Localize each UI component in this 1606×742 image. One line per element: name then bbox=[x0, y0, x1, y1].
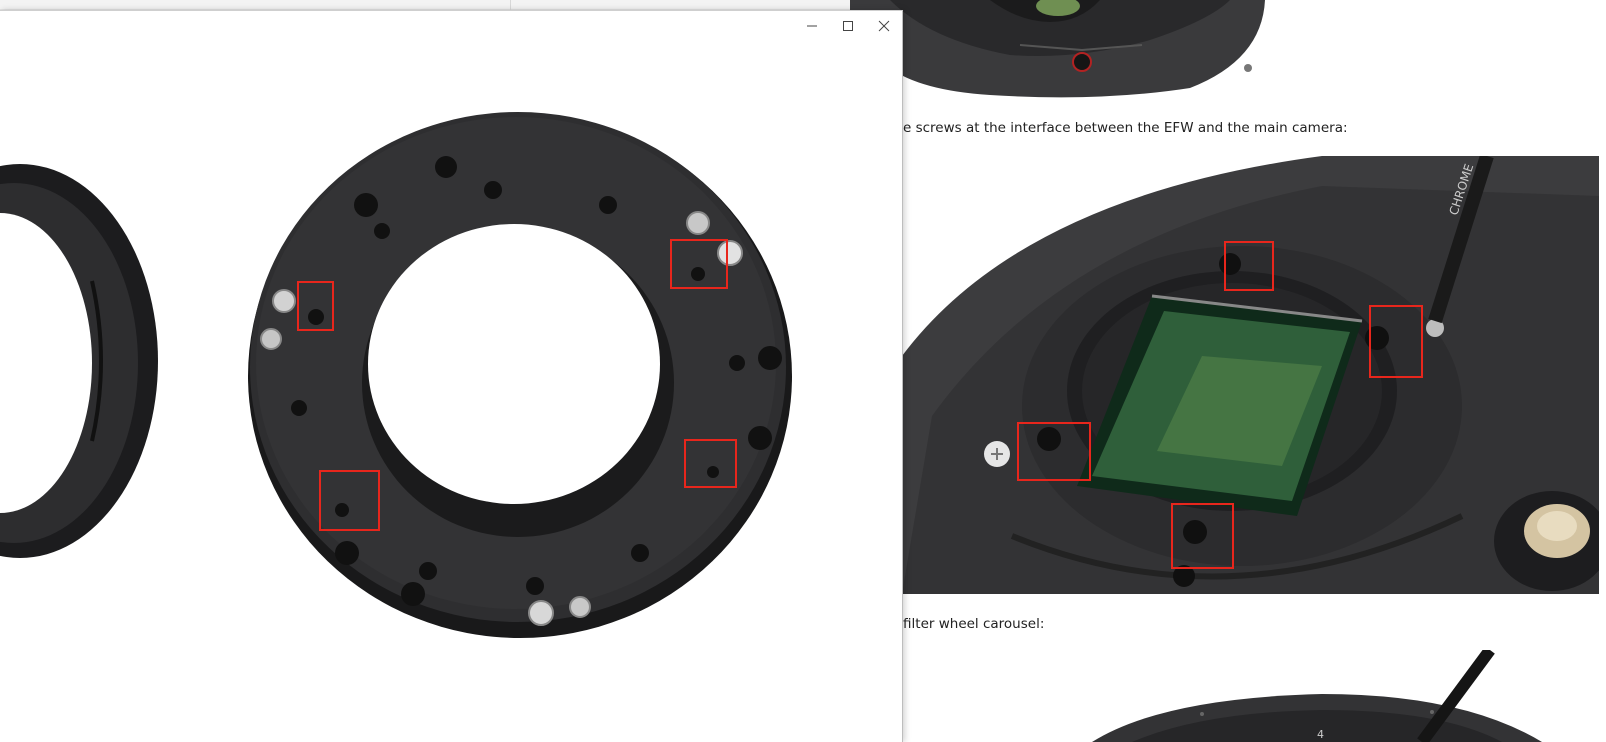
instruction-caption-efw-screws: en the screws at the interface between t… bbox=[868, 120, 1348, 136]
efw-camera-interface-photo: CHROME bbox=[902, 156, 1599, 594]
filter-wheel-carousel-photo: 4 bbox=[902, 650, 1606, 742]
image-viewer-window[interactable] bbox=[0, 10, 903, 742]
viewer-image-canvas bbox=[0, 41, 902, 742]
minimize-icon bbox=[807, 25, 817, 27]
screw-highlight-box-left bbox=[1017, 422, 1091, 481]
screw-highlight-box-right bbox=[1369, 305, 1423, 378]
background-page-top-strip bbox=[0, 0, 850, 10]
window-controls bbox=[794, 11, 902, 41]
filter-wheel-photo-top bbox=[850, 0, 1290, 100]
close-icon bbox=[878, 20, 890, 32]
screw-highlight-box-top bbox=[1224, 241, 1274, 291]
adapter-ring-left bbox=[0, 164, 158, 558]
close-button[interactable] bbox=[866, 11, 902, 41]
screw-highlight-box-bottom bbox=[1171, 503, 1234, 569]
minimize-button[interactable] bbox=[794, 11, 830, 41]
maximize-icon bbox=[843, 21, 853, 31]
maximize-button[interactable] bbox=[830, 11, 866, 41]
svg-text:4: 4 bbox=[1317, 728, 1324, 741]
adapter-plate bbox=[248, 112, 792, 638]
